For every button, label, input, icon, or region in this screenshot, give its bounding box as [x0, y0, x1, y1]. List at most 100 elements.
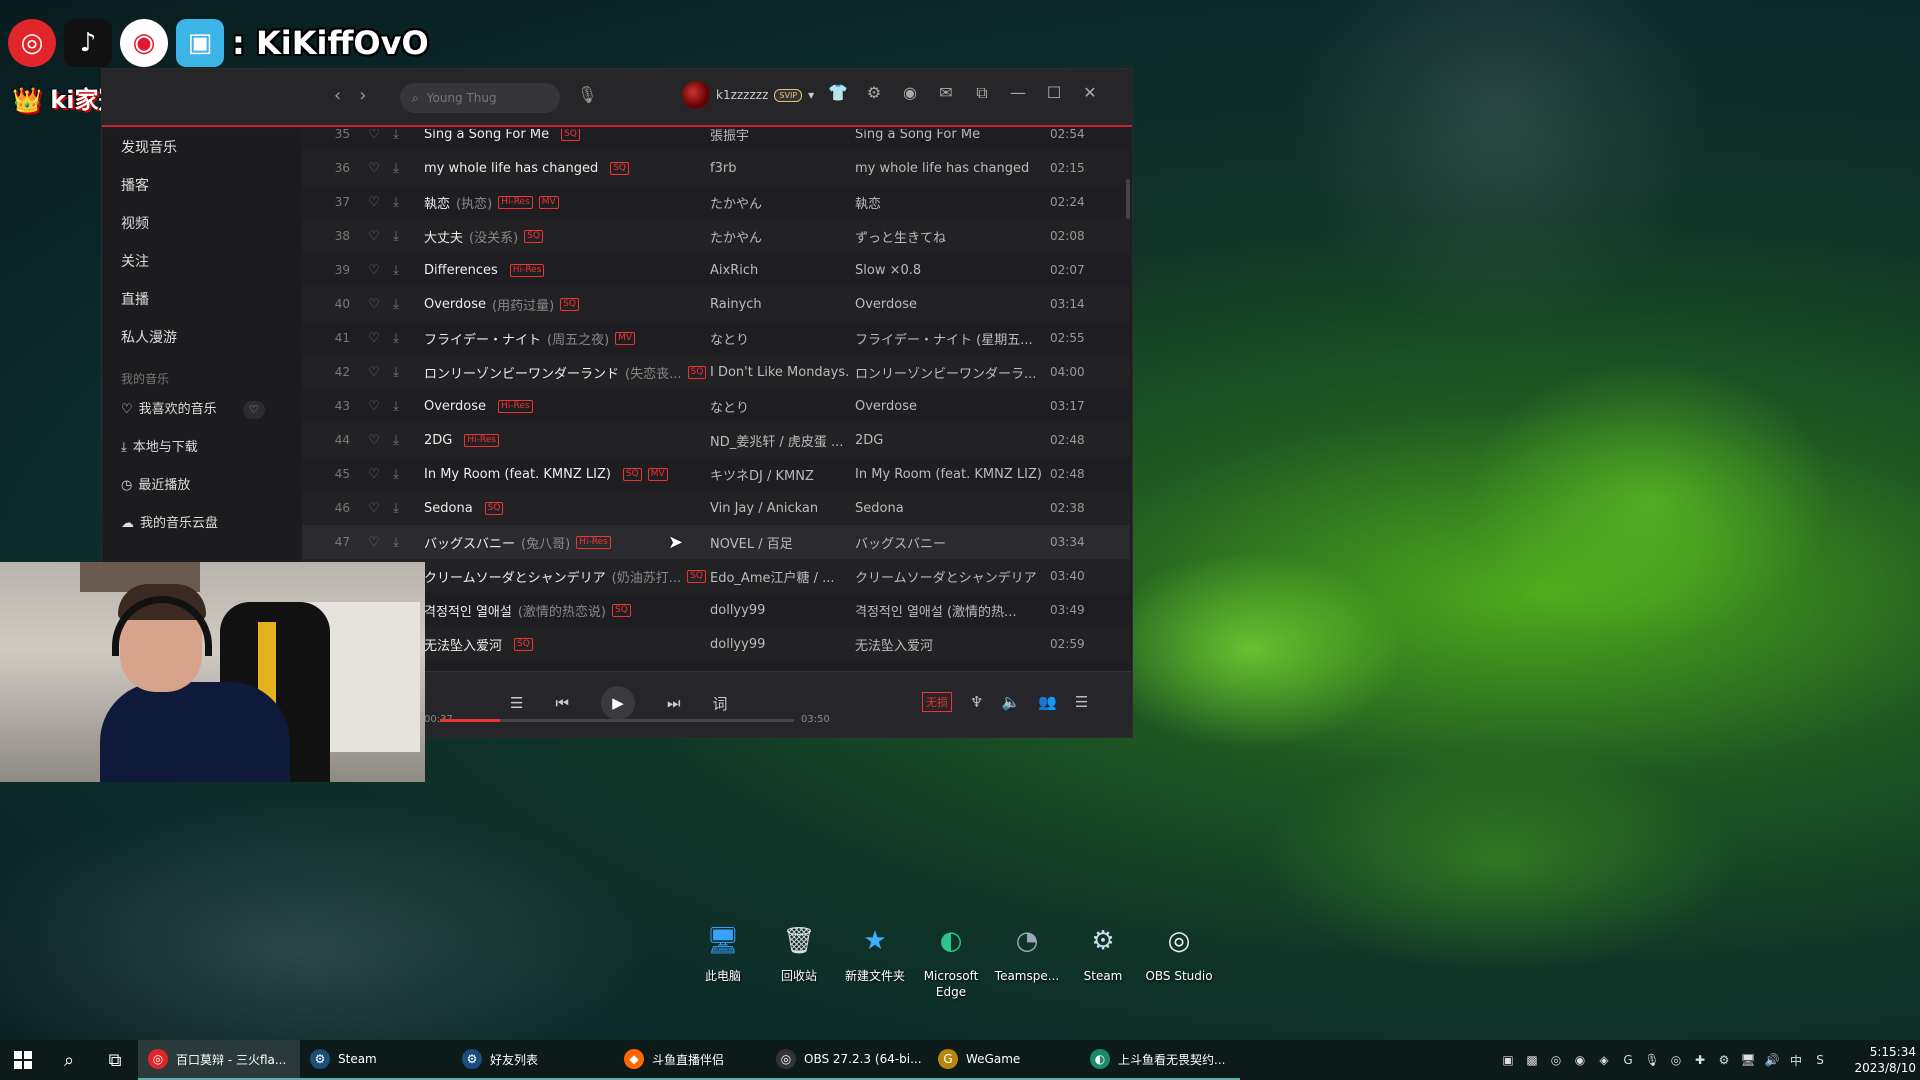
download-icon[interactable]: ⤓ — [386, 501, 406, 516]
song-row[interactable]: 50♡⤓无法坠入爱河SQdollyy99无法坠入爱河02:59 — [302, 627, 1130, 661]
song-artist[interactable]: AixRich — [710, 263, 855, 278]
song-title[interactable]: フライデー・ナイト (周五之夜) MV — [406, 329, 710, 348]
song-artist[interactable]: f3rb — [710, 161, 855, 176]
song-artist[interactable]: NOVEL / 百足 — [710, 533, 855, 552]
song-artist[interactable]: キツネDJ / KMNZ — [710, 465, 855, 484]
song-row[interactable]: 42 ♡ ⤓ ロンリーゾンビーワンダーランド (失恋丧... SQ I Don't Like… — [302, 355, 1130, 389]
song-artist[interactable]: Rainych — [710, 297, 855, 312]
tray-app-icon[interactable]: ◈ — [1596, 1053, 1612, 1067]
heart-icon[interactable]: ♡ — [362, 399, 386, 414]
record-icon[interactable]: ◉ — [900, 83, 920, 103]
download-icon[interactable]: ⤓ — [386, 229, 406, 244]
taskbar-app[interactable]: ⚙ Steam — [300, 1040, 452, 1080]
song-row[interactable]: 36 ♡ ⤓ my whole life has changed SQ f3rb my wh… — [302, 151, 1130, 185]
sound-effect-icon[interactable]: ♆ — [970, 693, 983, 711]
song-title[interactable]: 2DG Hi-Res — [406, 433, 710, 448]
sogou-icon[interactable]: S — [1812, 1053, 1828, 1067]
start-button[interactable] — [0, 1040, 46, 1080]
sidebar-item-live[interactable]: 直播 — [102, 281, 302, 319]
download-icon[interactable]: ⤓ — [386, 399, 406, 414]
song-row[interactable]: 38 ♡ ⤓ 大丈夫 (没关系) SQ たかやん ずっと生きてね 02:08 — [302, 219, 1130, 253]
heart-icon[interactable]: ♡ — [362, 297, 386, 312]
download-icon[interactable]: ⤓ — [386, 297, 406, 312]
song-row[interactable]: 45 ♡ ⤓ In My Room (feat. KMNZ LIZ) SQ MV キツネDJ… — [302, 457, 1130, 491]
heart-icon[interactable]: ♡ — [362, 195, 386, 210]
heart-icon[interactable]: ♡ — [362, 229, 386, 244]
song-album[interactable]: 격정적인 열애설 (激情的热... — [855, 601, 1050, 620]
song-row[interactable]: 41 ♡ ⤓ フライデー・ナイト (周五之夜) MV なとり フライデー・ナイト (星期五..… — [302, 321, 1130, 355]
sidebar-item-podcast[interactable]: 播客 — [102, 167, 302, 205]
volume-icon[interactable]: 🔊 — [1764, 1053, 1780, 1067]
song-album[interactable]: フライデー・ナイト (星期五... — [855, 329, 1050, 348]
heartbeat-mode-icon[interactable]: ♡ — [242, 401, 265, 419]
song-album[interactable]: Sing a Song For Me — [855, 129, 1050, 142]
listen-together-icon[interactable]: 👥 — [1038, 693, 1057, 711]
song-row[interactable]: 47 ♡ ⤓ バッグスバニー (兔八哥) Hi-Res NOVEL / 百足 バッグスバニー 0… — [302, 525, 1130, 559]
tray-app-icon[interactable]: G — [1620, 1053, 1636, 1067]
song-row[interactable]: 46 ♡ ⤓ Sedona SQ Vin Jay / Anickan Sedona 02:38 — [302, 491, 1130, 525]
user-info[interactable]: k1zzzzzz SVIP ▾ — [682, 81, 814, 109]
heart-icon[interactable]: ♡ — [362, 433, 386, 448]
taskbar-app[interactable]: ⚙ 好友列表 — [452, 1040, 614, 1080]
download-icon[interactable]: ⤓ — [386, 195, 406, 210]
maximize-icon[interactable]: ☐ — [1044, 83, 1064, 103]
back-arrow-icon[interactable]: ‹ — [334, 85, 341, 106]
nvidia-icon[interactable]: ▩ — [1524, 1053, 1540, 1067]
tray-app-icon[interactable]: ▣ — [1500, 1053, 1516, 1067]
ime-indicator[interactable]: 中 — [1788, 1052, 1804, 1069]
song-artist[interactable]: dollyy99 — [710, 637, 855, 652]
desktop-icon[interactable]: ⚙ Steam — [1068, 918, 1138, 984]
sidebar-item-liked-music[interactable]: ♡ 我喜欢的音乐 ♡ — [102, 391, 302, 429]
desktop-icon[interactable]: ◐ Microsoft Edge — [916, 918, 986, 1000]
song-row[interactable]: 49♡⤓격정적인 열애설(激情的热恋说)SQdollyy99격정적인 열애설 (… — [302, 593, 1130, 627]
song-title[interactable]: my whole life has changed SQ — [406, 161, 710, 176]
song-artist[interactable]: たかやん — [710, 193, 855, 212]
clock[interactable]: 5:15:34 2023/8/10 — [1840, 1044, 1916, 1076]
song-artist[interactable]: Vin Jay / Anickan — [710, 501, 855, 516]
search-box[interactable]: ⌕ — [400, 83, 560, 113]
song-album[interactable]: Sedona — [855, 501, 1050, 516]
song-row[interactable]: 44 ♡ ⤓ 2DG Hi-Res ND_姜兆轩 / 虎皮蛋 ... 2DG 02:48 — [302, 423, 1130, 457]
download-icon[interactable]: ⤓ — [386, 535, 406, 550]
song-album[interactable]: ロンリーゾンビーワンダーラ... — [855, 363, 1050, 382]
song-artist[interactable]: たかやん — [710, 227, 855, 246]
tray-app-icon[interactable]: ◎ — [1548, 1053, 1564, 1067]
search-icon[interactable]: ⌕ — [46, 1050, 92, 1071]
steam-tray-icon[interactable]: ⚙ — [1716, 1053, 1732, 1067]
scrollbar[interactable] — [1126, 179, 1130, 219]
song-title[interactable]: 无法坠入爱河 SQ — [406, 635, 710, 654]
tray-app-icon[interactable]: ◉ — [1572, 1053, 1588, 1067]
netease-tray-icon[interactable]: ◎ — [1668, 1053, 1684, 1067]
song-title[interactable]: バッグスバニー (兔八哥) Hi-Res — [406, 533, 710, 552]
download-icon[interactable]: ⤓ — [386, 467, 406, 482]
avatar[interactable] — [682, 81, 710, 109]
download-icon[interactable]: ⤓ — [386, 263, 406, 278]
song-album[interactable]: 執恋 — [855, 193, 1050, 212]
song-album[interactable]: 2DG — [855, 433, 1050, 448]
song-title[interactable]: Overdose Hi-Res — [406, 399, 710, 414]
song-row[interactable]: 37 ♡ ⤓ 執恋 (执恋) Hi-Res MV たかやん 執恋 02:24 — [302, 185, 1130, 219]
gear-icon[interactable]: ⚙ — [864, 83, 884, 103]
download-icon[interactable]: ⤓ — [386, 365, 406, 380]
chevron-down-icon[interactable]: ▾ — [808, 88, 814, 102]
song-album[interactable]: Overdose — [855, 399, 1050, 414]
previous-icon[interactable]: ⏮ — [555, 694, 569, 712]
heart-icon[interactable]: ♡ — [362, 535, 386, 550]
song-title[interactable]: ロンリーゾンビーワンダーランド (失恋丧... SQ — [406, 363, 710, 382]
sidebar-item-cloud[interactable]: ☁ 我的音乐云盘 — [102, 505, 302, 543]
desktop-icon[interactable]: ◔ Teamspe... — [992, 918, 1062, 984]
heart-icon[interactable]: ♡ — [362, 365, 386, 380]
taskbar-app[interactable]: ◆ 斗鱼直播伴侣 — [614, 1040, 766, 1080]
network-icon[interactable]: 🖥 — [1740, 1053, 1756, 1067]
minimize-icon[interactable]: — — [1008, 83, 1028, 103]
heart-icon[interactable]: ♡ — [362, 467, 386, 482]
song-row[interactable]: 39 ♡ ⤓ Differences Hi-Res AixRich Slow ×0.8 02:… — [302, 253, 1130, 287]
song-album[interactable]: my whole life has changed — [855, 161, 1050, 176]
username[interactable]: k1zzzzzz — [716, 88, 768, 102]
task-view-icon[interactable]: ⧉ — [92, 1050, 138, 1071]
heart-icon[interactable]: ♡ — [362, 331, 386, 346]
desktop-icon[interactable]: 🗑 回收站 — [764, 918, 834, 984]
song-artist[interactable]: dollyy99 — [710, 603, 855, 618]
song-album[interactable]: In My Room (feat. KMNZ LIZ) — [855, 467, 1050, 482]
song-row[interactable]: 35 ♡ ⤓ Sing a Song For Me SQ 張振宇 Sing a Song F… — [302, 129, 1130, 151]
